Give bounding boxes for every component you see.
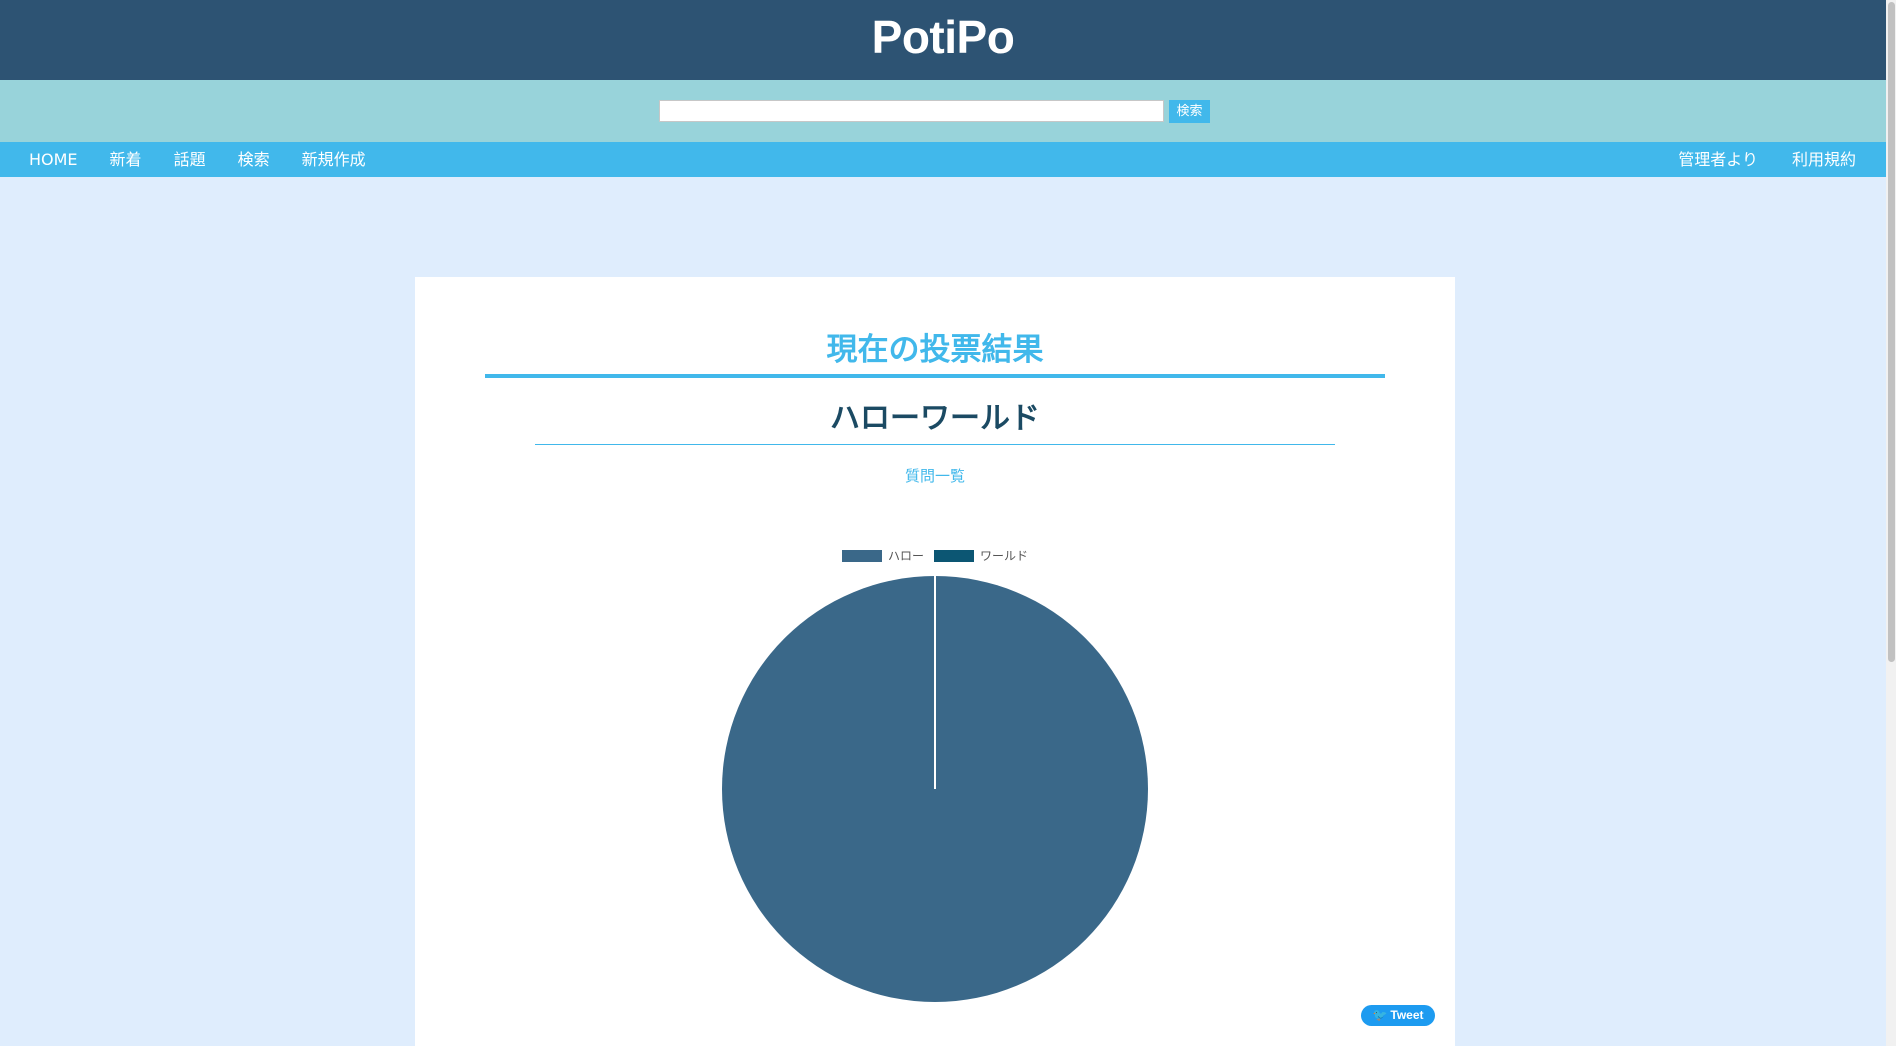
pie-chart: [722, 576, 1148, 1002]
site-header: PotiPo: [0, 0, 1886, 80]
results-card: 現在の投票結果 ハローワールド 質問一覧 ハロー ワールド 🐦 Tweet: [415, 277, 1455, 1046]
nav-item-search[interactable]: 検索: [238, 142, 270, 177]
twitter-bird-icon: 🐦: [1372, 1008, 1388, 1022]
nav-item-home[interactable]: HOME: [29, 142, 78, 177]
tweet-label: Tweet: [1390, 1008, 1424, 1022]
nav-item-create[interactable]: 新規作成: [302, 142, 366, 177]
nav-item-from-admin[interactable]: 管理者より: [1678, 142, 1758, 177]
nav-item-trending[interactable]: 話題: [174, 142, 206, 177]
tweet-button[interactable]: 🐦 Tweet: [1361, 1005, 1435, 1026]
scrollbar-thumb[interactable]: [1888, 2, 1895, 662]
nav-item-new[interactable]: 新着: [110, 142, 142, 177]
nav-left-group: HOME 新着 話題 検索 新規作成: [29, 142, 398, 177]
search-input[interactable]: [659, 100, 1164, 122]
vertical-scrollbar[interactable]: [1886, 0, 1896, 1046]
nav-bar: HOME 新着 話題 検索 新規作成 管理者より 利用規約: [0, 142, 1886, 177]
site-title[interactable]: PotiPo: [872, 2, 1015, 72]
nav-item-terms[interactable]: 利用規約: [1792, 142, 1856, 177]
search-bar: 検索: [0, 80, 1886, 142]
nav-right-group: 管理者より 利用規約: [1644, 142, 1856, 177]
search-button[interactable]: 検索: [1169, 100, 1210, 123]
